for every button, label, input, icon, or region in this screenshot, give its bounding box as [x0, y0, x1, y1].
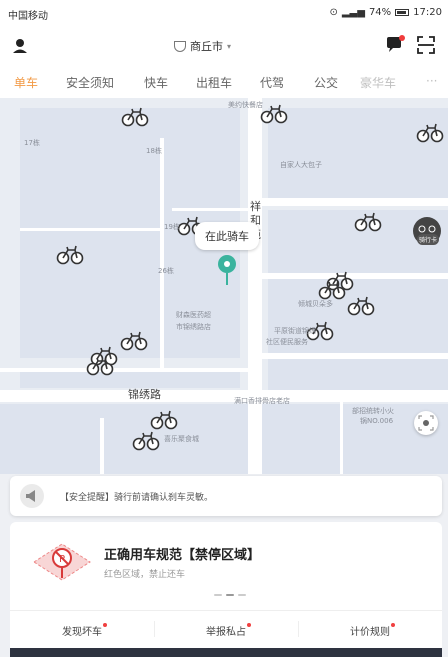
- battery-icon: [395, 9, 410, 16]
- poi-label: 喜乐聚食城: [164, 435, 199, 443]
- poi-label: 社区便民服务: [266, 338, 308, 346]
- red-dot-badge: [391, 623, 395, 627]
- poi-label: 部招统转小火: [352, 407, 394, 415]
- pricing-rules-button[interactable]: 计价规则: [350, 623, 395, 638]
- poi-label: 市锦绣路店: [176, 323, 211, 331]
- poi-label: 自家人大包子: [280, 161, 322, 169]
- map-view[interactable]: 美约快餐店 17栋 18栋 自家人大包子 19栋 26栋 祥 和 苑 倾城贝朵多…: [0, 98, 448, 474]
- divider: [154, 621, 155, 637]
- service-tabs: 单车 安全须知 快车 出租车 代驾 公交 豪华车 ···: [0, 66, 448, 98]
- clock: 17:20: [413, 7, 442, 18]
- location-icon: ⊙: [329, 7, 338, 18]
- locate-button[interactable]: [414, 411, 438, 435]
- location-pin-icon: [218, 255, 236, 285]
- tab-luxury[interactable]: 豪华车: [360, 74, 396, 91]
- poi-label: 财森医药超: [176, 311, 211, 319]
- action-label: 发现坏车: [62, 627, 102, 638]
- poi-label: 17栋: [24, 139, 40, 147]
- report-broken-bike-button[interactable]: 发现坏车: [62, 623, 107, 638]
- tab-express[interactable]: 快车: [144, 74, 168, 91]
- red-dot-badge: [247, 623, 251, 627]
- poi-label: 锅NO.006: [360, 417, 394, 425]
- poi-label: 19栋: [164, 223, 180, 231]
- poi-label: 平原街道锦绣: [274, 327, 316, 335]
- rule-panel: P 正确用车规范【禁停区域】 红色区域，禁止还车 发现坏车 举报私占 计价规则: [10, 522, 442, 657]
- tab-bus[interactable]: 公交: [314, 74, 338, 91]
- battery-level: 74%: [368, 7, 392, 18]
- scan-icon[interactable]: [416, 35, 436, 55]
- megaphone-icon: [26, 490, 35, 502]
- carousel-indicator: [214, 594, 246, 596]
- city-selector[interactable]: 商丘市 ▾: [174, 38, 231, 54]
- no-parking-icon: P: [33, 543, 91, 581]
- divider: [298, 621, 299, 637]
- tab-more[interactable]: ···: [426, 74, 437, 88]
- city-name: 商丘市: [190, 40, 223, 53]
- carousel-dot: [238, 594, 246, 596]
- poi-label: 满口香排骨店老店: [234, 397, 290, 405]
- bottom-bar: [10, 648, 442, 657]
- action-label: 举报私占: [206, 627, 246, 638]
- ride-here-bubble[interactable]: 在此骑车: [195, 222, 259, 250]
- signal-icon: ▂▃▅: [341, 7, 365, 18]
- ride-card-label: 骑行卡: [417, 234, 440, 245]
- chevron-down-icon: ▾: [227, 41, 232, 51]
- user-icon[interactable]: [10, 36, 30, 56]
- poi-label: 倾城贝朵多: [298, 300, 333, 308]
- carousel-dot: [214, 594, 222, 596]
- shield-icon: [174, 40, 186, 52]
- tab-driver[interactable]: 代驾: [260, 74, 284, 91]
- tab-safety[interactable]: 安全须知: [66, 74, 114, 91]
- status-icons: ⊙ ▂▃▅ 74% 17:20: [329, 7, 442, 18]
- rule-subtitle: 红色区域，禁止还车: [104, 570, 186, 580]
- poi-label: 26栋: [158, 267, 174, 275]
- safety-text: 【安全提醒】骑行前请确认刹车灵敏。: [60, 493, 214, 503]
- horn-container: [20, 484, 44, 508]
- poi-label: 美约快餐店: [228, 101, 263, 109]
- red-dot-badge: [103, 623, 107, 627]
- action-label: 计价规则: [350, 627, 390, 638]
- carousel-dot-active: [226, 594, 234, 596]
- poi-label: 18栋: [146, 147, 162, 155]
- locate-icon: [418, 415, 434, 431]
- top-bar: 商丘市 ▾: [0, 26, 448, 66]
- tab-bike[interactable]: 单车: [14, 74, 38, 91]
- road-label: 锦绣路: [128, 388, 161, 401]
- status-bar: 中国移动 ⊙ ▂▃▅ 74% 17:20: [0, 0, 448, 26]
- rule-title[interactable]: 正确用车规范【禁停区域】: [104, 544, 260, 563]
- bottom-actions: 发现坏车 举报私占 计价规则: [10, 610, 442, 646]
- carrier-label: 中国移动: [8, 11, 48, 22]
- safety-banner[interactable]: 【安全提醒】骑行前请确认刹车灵敏。: [10, 476, 442, 516]
- message-icon[interactable]: [384, 34, 406, 56]
- tab-taxi[interactable]: 出租车: [196, 74, 232, 91]
- report-private-use-button[interactable]: 举报私占: [206, 623, 251, 638]
